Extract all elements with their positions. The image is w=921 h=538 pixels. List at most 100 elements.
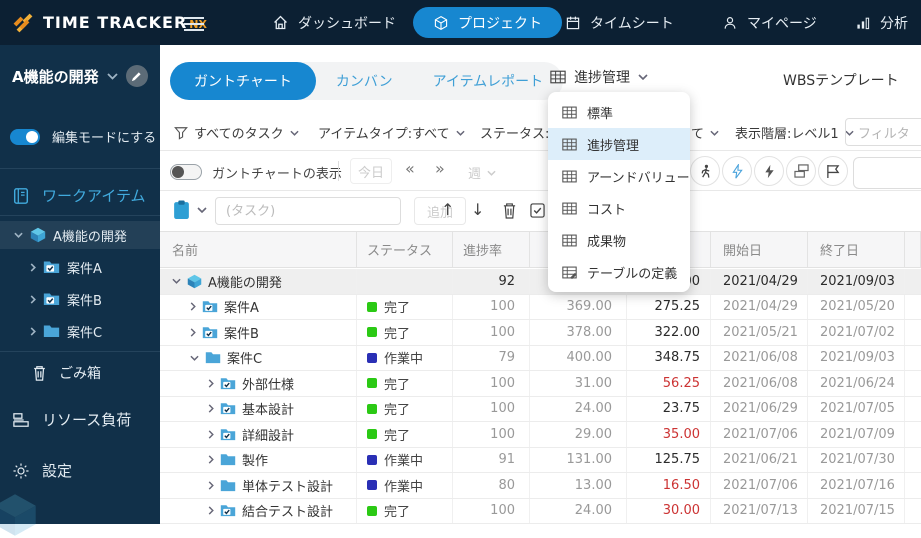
nav-timesheet[interactable]: タイムシート: [565, 0, 674, 45]
delete-task-icon[interactable]: [502, 202, 517, 219]
table-row[interactable]: 案件C 作業中 79 400.00 348.75 2021/06/08 2021…: [160, 345, 921, 371]
filter-button[interactable]: フィルタ: [845, 118, 921, 146]
cube-icon: [30, 227, 46, 243]
chevron-right-icon[interactable]: [190, 328, 196, 337]
status-filter-dropdown[interactable]: ステータス:: [480, 123, 549, 142]
menu-item-progress-management[interactable]: 進捗管理: [548, 128, 690, 160]
chevron-right-icon[interactable]: [208, 506, 214, 515]
sidebar-item-settings[interactable]: 設定: [12, 460, 72, 481]
chevron-right-icon[interactable]: [208, 455, 214, 464]
checkbox-icon[interactable]: [530, 203, 545, 218]
col-header-progress[interactable]: 進捗率: [453, 232, 530, 267]
chevron-right-icon[interactable]: [208, 430, 214, 439]
hamburger-menu-icon[interactable]: [184, 13, 204, 31]
sidebar-item-workitems[interactable]: ワークアイテム: [12, 185, 146, 206]
chevron-down-icon[interactable]: [172, 278, 181, 285]
menu-item-table-definition[interactable]: テーブルの定義: [548, 256, 690, 288]
col-header-name[interactable]: 名前: [160, 232, 357, 267]
chevron-right-icon[interactable]: [190, 302, 196, 311]
move-up-button[interactable]: ↑: [441, 200, 454, 219]
menu-item-deliverables[interactable]: 成果物: [548, 224, 690, 256]
table-edit-icon: [562, 266, 577, 279]
folder-check-icon: [202, 301, 218, 313]
table-row[interactable]: 案件A 完了 100 369.00 275.25 2021/04/29 2021…: [160, 294, 921, 320]
gantt-visibility-toggle[interactable]: [170, 164, 202, 180]
add-task-button[interactable]: 追加: [414, 197, 466, 225]
gantt-toolbar: ガントチャートの表示 今日 « » 週: [160, 151, 921, 191]
edit-mode-toggle[interactable]: [10, 128, 40, 145]
menu-item-standard[interactable]: 標準: [548, 96, 690, 128]
table-grid-icon: [562, 202, 577, 214]
menu-item-earned-value[interactable]: アーンドバリュー: [548, 160, 690, 192]
zoom-unit-dropdown[interactable]: 週: [468, 163, 496, 182]
table-row[interactable]: 基本設計 完了 100 24.00 23.75 2021/06/29 2021/…: [160, 396, 921, 422]
wbs-template-button[interactable]: WBSテンプレート: [783, 70, 899, 90]
hierarchy-view-button[interactable]: [786, 156, 816, 186]
status-badge: [367, 352, 377, 363]
col-header-start[interactable]: 開始日: [711, 232, 808, 267]
chevron-down-icon: [14, 232, 23, 238]
sidebar-item-resource-load[interactable]: リソース負荷: [12, 409, 131, 430]
sidebar-tree-case-b[interactable]: 案件B: [0, 285, 160, 313]
edit-mode-label: 編集モードにする: [52, 131, 157, 146]
table-row[interactable]: A機能の開発 92 6.00 2021/04/29 2021/09/03: [160, 269, 921, 295]
table-row[interactable]: 詳細設計 完了 100 29.00 35.00 2021/07/06 2021/…: [160, 422, 921, 448]
nav-project[interactable]: プロジェクト: [413, 7, 562, 38]
task-filter-dropdown[interactable]: すべてのタスク: [174, 123, 299, 142]
edit-project-button[interactable]: [125, 65, 148, 87]
prev-period-button[interactable]: «: [405, 159, 415, 178]
pencil-icon: [132, 71, 141, 81]
col-header-end[interactable]: 終了日: [808, 232, 905, 267]
nav-analytics[interactable]: 分析: [855, 0, 908, 45]
new-task-input[interactable]: [215, 197, 401, 225]
view-tab-group: ガントチャート カンバン アイテムレポート: [170, 62, 564, 100]
folder-icon: [220, 480, 236, 491]
table-row[interactable]: 単体テスト設計 作業中 80 13.00 16.50 2021/07/06 20…: [160, 473, 921, 499]
chevron-right-icon: [30, 326, 36, 336]
next-period-button[interactable]: »: [435, 159, 445, 178]
table-row[interactable]: 外部仕様 完了 100 31.00 56.25 2021/06/08 2021/…: [160, 371, 921, 397]
milestone-flag-button[interactable]: [818, 156, 848, 186]
highlight-filled-button[interactable]: [754, 156, 784, 186]
sidebar-tree-project[interactable]: A機能の開発: [0, 221, 160, 249]
folder-check-icon: [220, 378, 236, 389]
sidebar: A機能の開発 編集モードにする ワークアイテム A機能の開発 案件A 案件B 案…: [0, 45, 160, 536]
chevron-right-icon[interactable]: [208, 379, 214, 388]
table-row[interactable]: 案件B 完了 100 378.00 322.00 2021/05/21 2021…: [160, 320, 921, 346]
chevron-right-icon[interactable]: [208, 404, 214, 413]
move-down-button[interactable]: ↓: [471, 200, 484, 219]
table-row[interactable]: 結合テスト設計 完了 100 24.00 30.00 2021/07/13 20…: [160, 498, 921, 524]
item-type-filter-dropdown[interactable]: アイテムタイプ:すべて: [318, 123, 465, 142]
tab-kanban[interactable]: カンバン: [316, 62, 413, 100]
sidebar-tree-case-c[interactable]: 案件C: [0, 317, 160, 345]
folder-check-icon: [220, 505, 236, 517]
sidebar-project-title: A機能の開発: [12, 67, 99, 86]
gantt-extra-box[interactable]: [853, 157, 921, 189]
status-filter-dropdown-end[interactable]: て: [691, 123, 719, 142]
tab-gantt-chart[interactable]: ガントチャート: [170, 62, 316, 100]
task-type-clipboard-icon[interactable]: [173, 200, 190, 220]
menu-item-cost[interactable]: コスト: [548, 192, 690, 224]
nav-dashboard[interactable]: ダッシュボード: [272, 0, 396, 45]
table-grid-icon: [562, 234, 577, 246]
chevron-down-icon[interactable]: [106, 72, 118, 80]
chevron-down-icon[interactable]: [190, 355, 199, 361]
hierarchy-filter-dropdown[interactable]: 表示階層:レベル1: [735, 123, 854, 142]
highlight-outline-button[interactable]: [722, 156, 752, 186]
nav-mypage[interactable]: マイページ: [722, 0, 817, 45]
sidebar-tree-case-a[interactable]: 案件A: [0, 253, 160, 281]
table-view-dropdown-menu: 標準 進捗管理 アーンドバリュー コスト 成果物 テーブルの定義: [548, 92, 690, 292]
sitemap-icon: [793, 164, 809, 178]
col-header-status[interactable]: ステータス: [357, 232, 453, 267]
task-type-chevron-icon[interactable]: [197, 207, 207, 213]
table-row[interactable]: 製作 作業中 91 131.00 125.75 2021/06/21 2021/…: [160, 447, 921, 473]
status-badge: [367, 505, 377, 516]
trash-icon: [34, 366, 45, 381]
status-badge: [367, 454, 377, 465]
table-view-dropdown-trigger[interactable]: 進捗管理: [550, 67, 648, 87]
tab-item-report[interactable]: アイテムレポート: [413, 62, 564, 100]
critical-path-button[interactable]: [690, 156, 720, 186]
chevron-right-icon[interactable]: [208, 481, 214, 490]
today-button[interactable]: 今日: [350, 158, 392, 184]
sidebar-item-trash[interactable]: ごみ箱: [32, 363, 101, 383]
